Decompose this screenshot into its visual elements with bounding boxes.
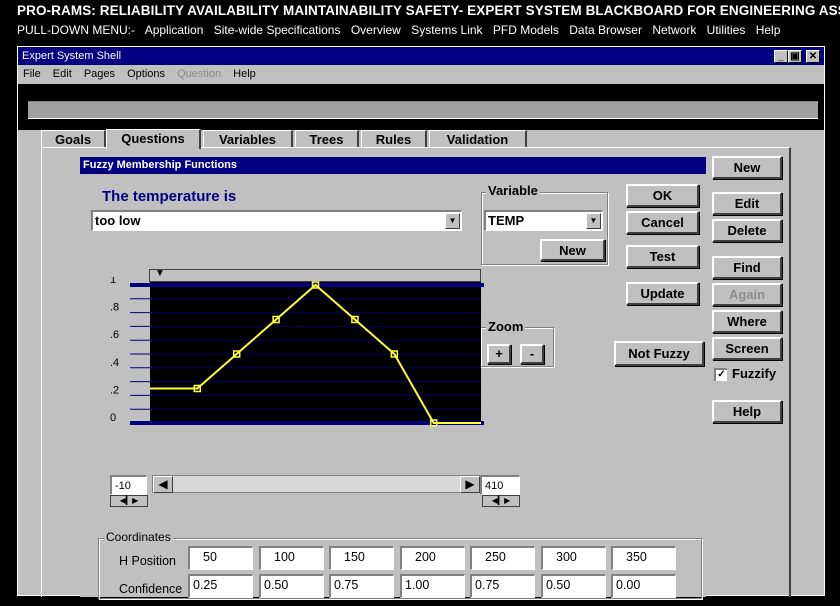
fuzzify-label: Fuzzify [732, 366, 777, 381]
tab-questions[interactable]: Questions [106, 129, 201, 149]
new-button[interactable]: New [712, 156, 782, 179]
h-position-field-1[interactable]: 50 [188, 546, 253, 570]
ok-button[interactable]: OK [626, 184, 699, 207]
not-fuzzy-button[interactable]: Not Fuzzy [614, 341, 704, 366]
ytick-label: .6 [110, 329, 119, 341]
status-bar [28, 101, 818, 119]
range-min-stepper-icon[interactable]: ◀▎▶ [110, 495, 148, 507]
menu-utilities[interactable]: Utilities [707, 23, 746, 37]
zoom-in-button[interactable]: + [487, 344, 511, 364]
ytick-label: 0 [110, 412, 116, 424]
fuzzify-checkbox[interactable]: ✓ [714, 368, 727, 381]
chart-ytick-labels: 1 .8 .6 .4 .2 0 [110, 277, 119, 424]
confidence-field-6[interactable]: 0.50 [541, 574, 606, 598]
menu-pages[interactable]: Pages [84, 68, 115, 80]
tab-trees[interactable]: Trees [295, 130, 359, 148]
h-position-field-3[interactable]: 150 [329, 546, 394, 570]
zoom-out-button[interactable]: - [520, 344, 544, 364]
h-position-field-4[interactable]: 200 [400, 546, 465, 570]
question-prompt: The temperature is [102, 188, 237, 205]
chevron-down-icon[interactable]: ▼ [445, 213, 460, 229]
chevron-down-icon[interactable]: ▼ [586, 213, 601, 229]
ytick-label: .8 [110, 302, 119, 314]
menu-data-browser[interactable]: Data Browser [569, 23, 642, 37]
ytick-label: 1 [110, 277, 116, 286]
where-button[interactable]: Where [712, 310, 782, 333]
menu-options[interactable]: Options [127, 68, 165, 80]
window-menubar: File Edit Pages Options Question Help [18, 65, 824, 84]
delete-button[interactable]: Delete [712, 219, 782, 242]
menu-application[interactable]: Application [145, 23, 204, 37]
confidence-field-3[interactable]: 0.75 [329, 574, 394, 598]
chart-hscrollbar[interactable]: ◀ ▶ [152, 475, 481, 493]
tab-goals[interactable]: Goals [41, 130, 106, 148]
term-select-value: too low [95, 213, 141, 228]
tab-rules[interactable]: Rules [361, 130, 427, 148]
tab-variables[interactable]: Variables [203, 130, 293, 148]
menu-systems-link[interactable]: Systems Link [411, 23, 482, 37]
membership-chart: 1 .8 .6 .4 .2 0 [110, 277, 484, 427]
menu-network[interactable]: Network [652, 23, 696, 37]
dialog-title: Fuzzy Membership Functions [80, 157, 706, 174]
menu-site-wide-specifications[interactable]: Site-wide Specifications [214, 23, 341, 37]
range-min-field[interactable]: -10 [110, 475, 147, 495]
minimize-button[interactable]: _ [774, 50, 788, 63]
range-max-field[interactable]: 410 [480, 475, 520, 495]
menu-help[interactable]: Help [756, 23, 781, 37]
expert-system-window: Expert System Shell _ ▣ ✕ File Edit Page… [17, 46, 825, 599]
variable-new-button[interactable]: New [540, 239, 605, 261]
confidence-label: Confidence [119, 582, 183, 596]
confidence-field-1[interactable]: 0.25 [188, 574, 253, 598]
test-button[interactable]: Test [626, 245, 699, 268]
window-titlebar: Expert System Shell _ ▣ ✕ [18, 47, 824, 65]
h-position-label: H Position [119, 554, 176, 568]
ytick-label: .4 [110, 357, 119, 369]
chart-plot-area [150, 282, 481, 424]
h-position-field-7[interactable]: 350 [611, 546, 676, 570]
menu-prefix: PULL-DOWN MENU:- [17, 23, 136, 37]
variable-select-value: TEMP [488, 213, 525, 228]
ytick-label: .2 [110, 384, 119, 396]
update-button[interactable]: Update [626, 282, 699, 305]
cancel-button[interactable]: Cancel [626, 211, 699, 234]
menu-overview[interactable]: Overview [351, 23, 401, 37]
variable-select[interactable]: TEMP ▼ [484, 210, 603, 231]
confidence-field-7[interactable]: 0.00 [611, 574, 676, 598]
h-position-field-6[interactable]: 300 [541, 546, 606, 570]
coordinates-group-label: Coordinates [104, 530, 173, 544]
h-position-field-2[interactable]: 100 [259, 546, 324, 570]
scroll-right-icon[interactable]: ▶ [460, 476, 480, 493]
range-max-stepper-icon[interactable]: ◀▎▶ [482, 495, 520, 507]
close-button[interactable]: ✕ [806, 50, 820, 63]
h-position-field-5[interactable]: 250 [470, 546, 535, 570]
again-button: Again [712, 283, 782, 306]
confidence-field-5[interactable]: 0.75 [470, 574, 535, 598]
find-button[interactable]: Find [712, 256, 782, 279]
menu-edit[interactable]: Edit [53, 68, 72, 80]
zoom-group-label: Zoom [486, 319, 526, 334]
tab-validation[interactable]: Validation [429, 130, 527, 148]
window-title: Expert System Shell [22, 50, 122, 62]
chart-tick-marks [130, 298, 150, 410]
screen-button[interactable]: Screen [712, 337, 782, 360]
help-button[interactable]: Help [712, 400, 782, 423]
menu-file[interactable]: File [23, 68, 41, 80]
maximize-button[interactable]: ▣ [788, 50, 802, 63]
edit-button[interactable]: Edit [712, 192, 782, 215]
scroll-left-icon[interactable]: ◀ [153, 476, 173, 493]
menu-pfd-models[interactable]: PFD Models [493, 23, 559, 37]
menu-question: Question [177, 68, 222, 80]
term-select[interactable]: too low ▼ [91, 210, 462, 231]
app-menubar: PULL-DOWN MENU:- Application Site-wide S… [0, 21, 840, 41]
menu-help[interactable]: Help [233, 68, 256, 80]
confidence-field-4[interactable]: 1.00 [400, 574, 465, 598]
fuzzy-membership-dialog: Fuzzy Membership Functions The temperatu… [80, 157, 706, 599]
app-title: PRO-RAMS: RELIABILITY AVAILABILITY MAINT… [0, 0, 840, 21]
confidence-field-2[interactable]: 0.50 [259, 574, 324, 598]
variable-group-label: Variable [486, 183, 540, 198]
